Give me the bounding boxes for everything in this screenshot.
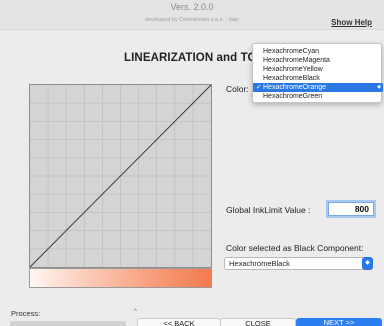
process-label: Process:	[11, 309, 41, 318]
checkmark-icon: ✓	[256, 84, 262, 91]
curve-canvas	[30, 85, 211, 267]
color-option-black[interactable]: HexachromeBlack	[253, 74, 381, 83]
color-label: Color:	[226, 84, 249, 94]
ink-limit-input[interactable]: 800	[328, 202, 374, 216]
developer-credit: developed by Colorstream s.a.s. - Italy	[145, 17, 239, 23]
back-button[interactable]: << BACK	[137, 318, 221, 326]
color-option-green[interactable]: HexachromeGreen	[253, 92, 381, 101]
process-progress-bar	[10, 321, 126, 326]
color-gradient-strip	[29, 268, 212, 288]
header-bar: Vers. 2.0.0 developed by Colorstream s.a…	[0, 0, 384, 30]
color-dropdown-menu[interactable]: HexachromeCyan HexachromeMagenta Hexachr…	[252, 43, 383, 103]
color-option-orange-label: HexachromeOrange	[263, 84, 327, 91]
version-label: Vers. 2.0.0	[170, 2, 214, 12]
chevron-updown-icon: ◆	[362, 257, 373, 270]
show-help-link[interactable]: Show Help	[331, 18, 372, 27]
black-component-value: HexachromeBlack	[229, 259, 290, 268]
black-component-label: Color selected as Black Component:	[226, 243, 364, 253]
next-button[interactable]: NEXT >>	[296, 318, 382, 326]
chevron-updown-icon: ◆	[375, 83, 383, 92]
ink-limit-label: Global InkLimit Value :	[226, 205, 311, 215]
close-button[interactable]: CLOSE	[220, 318, 296, 326]
color-option-cyan[interactable]: HexachromeCyan	[253, 47, 381, 56]
black-component-select[interactable]: HexachromeBlack ◆	[224, 257, 373, 270]
color-option-orange[interactable]: ✓ HexachromeOrange ◆	[253, 83, 383, 92]
color-option-yellow[interactable]: HexachromeYellow	[253, 65, 381, 74]
color-option-magenta[interactable]: HexachromeMagenta	[253, 56, 381, 65]
caret-icon: ^	[134, 309, 137, 315]
linearization-curve-graph[interactable]	[29, 84, 212, 268]
